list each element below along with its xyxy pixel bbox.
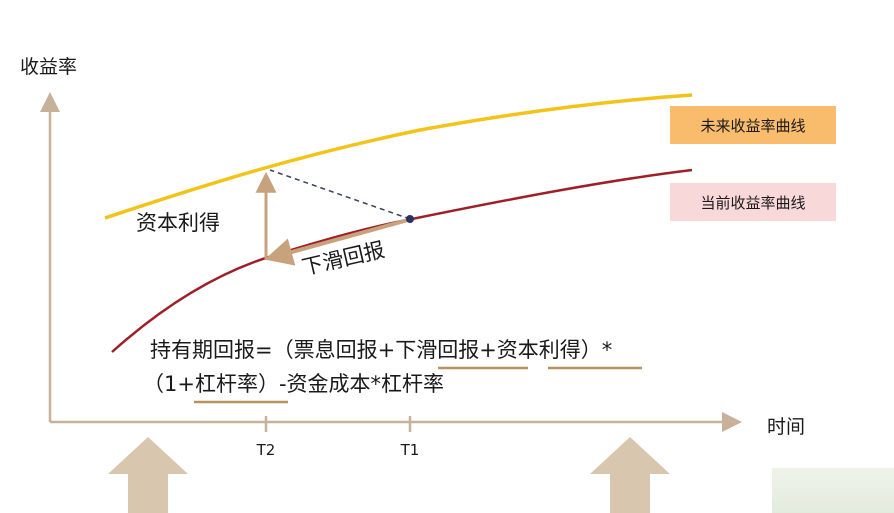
up-arrow-left — [108, 437, 188, 513]
yield-curve-diagram: 未来收益率曲线 当前收益率曲线 收益率 时间 T2 T1 资本利得 下滑回报 持… — [20, 56, 836, 513]
formula-line-2: （1+杠杆率）-资金成本*杠杆率 — [143, 372, 444, 396]
legend-current-label: 当前收益率曲线 — [700, 194, 805, 212]
t1-point — [406, 215, 414, 223]
future-yield-curve — [104, 93, 693, 220]
up-arrow-right — [590, 437, 670, 513]
tick-label-t2: T2 — [256, 441, 276, 459]
current-yield-curve — [111, 168, 693, 353]
capital-gain-label: 资本利得 — [136, 211, 220, 235]
formula-line-1: 持有期回报=（票息回报+下滑回报+资本利得）* — [150, 338, 612, 362]
legend-future-label: 未来收益率曲线 — [700, 117, 805, 135]
y-axis-label: 收益率 — [20, 56, 77, 78]
x-axis-label: 时间 — [767, 416, 805, 438]
tick-label-t1: T1 — [400, 441, 420, 459]
dashed-shift-line — [269, 169, 411, 220]
